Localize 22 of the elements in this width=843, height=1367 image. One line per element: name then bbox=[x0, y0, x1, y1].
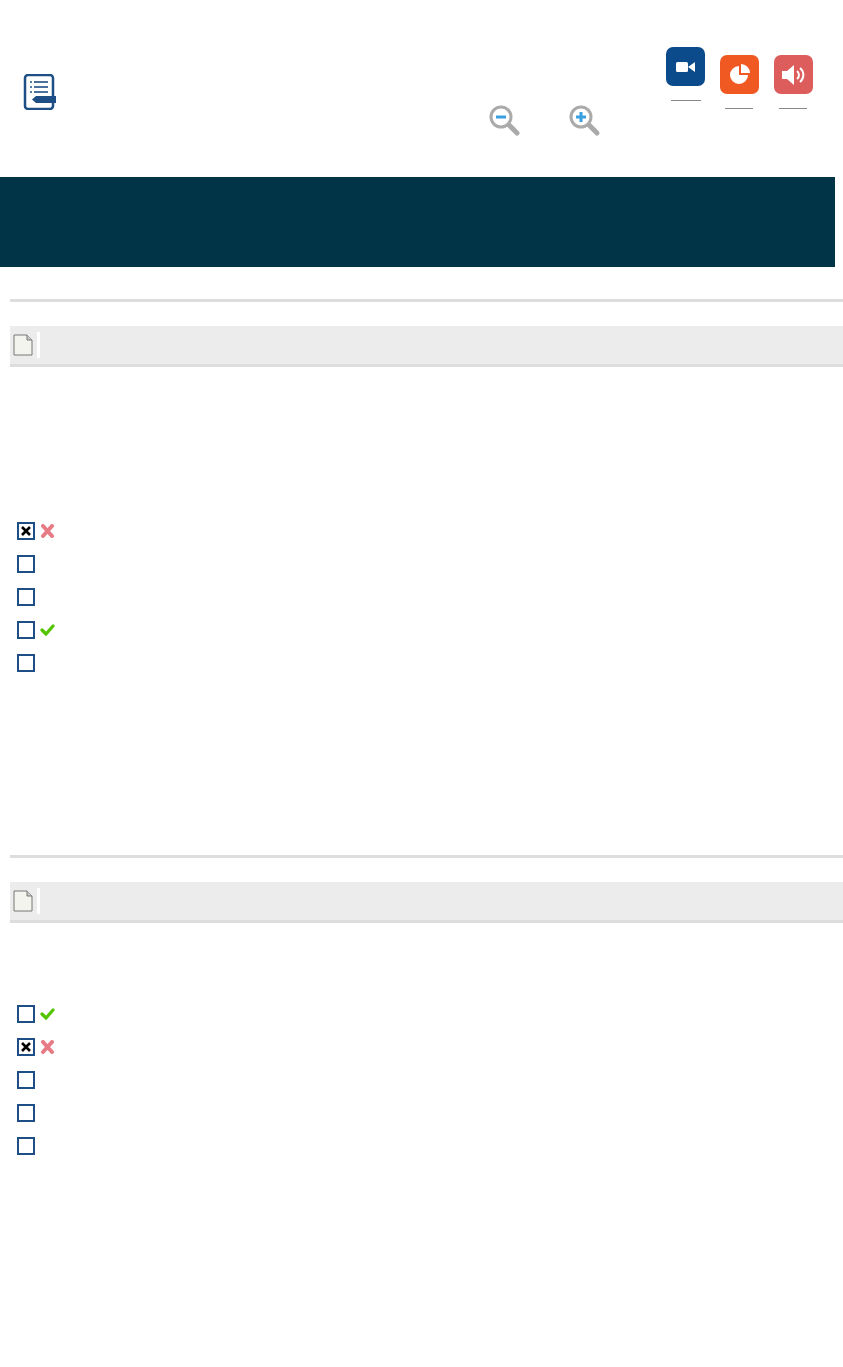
checkbox[interactable] bbox=[17, 654, 35, 672]
checkbox[interactable] bbox=[17, 555, 35, 573]
outline-icon[interactable] bbox=[22, 74, 58, 110]
checkbox[interactable] bbox=[17, 1071, 35, 1089]
speaker-icon bbox=[780, 63, 807, 86]
x-mark-icon bbox=[21, 526, 31, 536]
checkbox[interactable] bbox=[17, 1137, 35, 1155]
checkbox[interactable] bbox=[17, 1104, 35, 1122]
x-mark-icon bbox=[21, 1042, 31, 1052]
pie-chart-icon bbox=[727, 62, 752, 87]
checkbox[interactable] bbox=[17, 1038, 35, 1056]
checkbox[interactable] bbox=[17, 1005, 35, 1023]
audio-button[interactable] bbox=[774, 55, 813, 94]
video-button[interactable] bbox=[666, 47, 705, 86]
page-icon bbox=[13, 334, 33, 356]
chart-button[interactable] bbox=[720, 55, 759, 94]
checkbox[interactable] bbox=[17, 588, 35, 606]
zoom-in-icon[interactable] bbox=[567, 103, 601, 137]
video-camera-icon bbox=[675, 59, 696, 74]
checkbox[interactable] bbox=[17, 522, 35, 540]
checkbox[interactable] bbox=[17, 621, 35, 639]
page-icon bbox=[13, 890, 33, 912]
